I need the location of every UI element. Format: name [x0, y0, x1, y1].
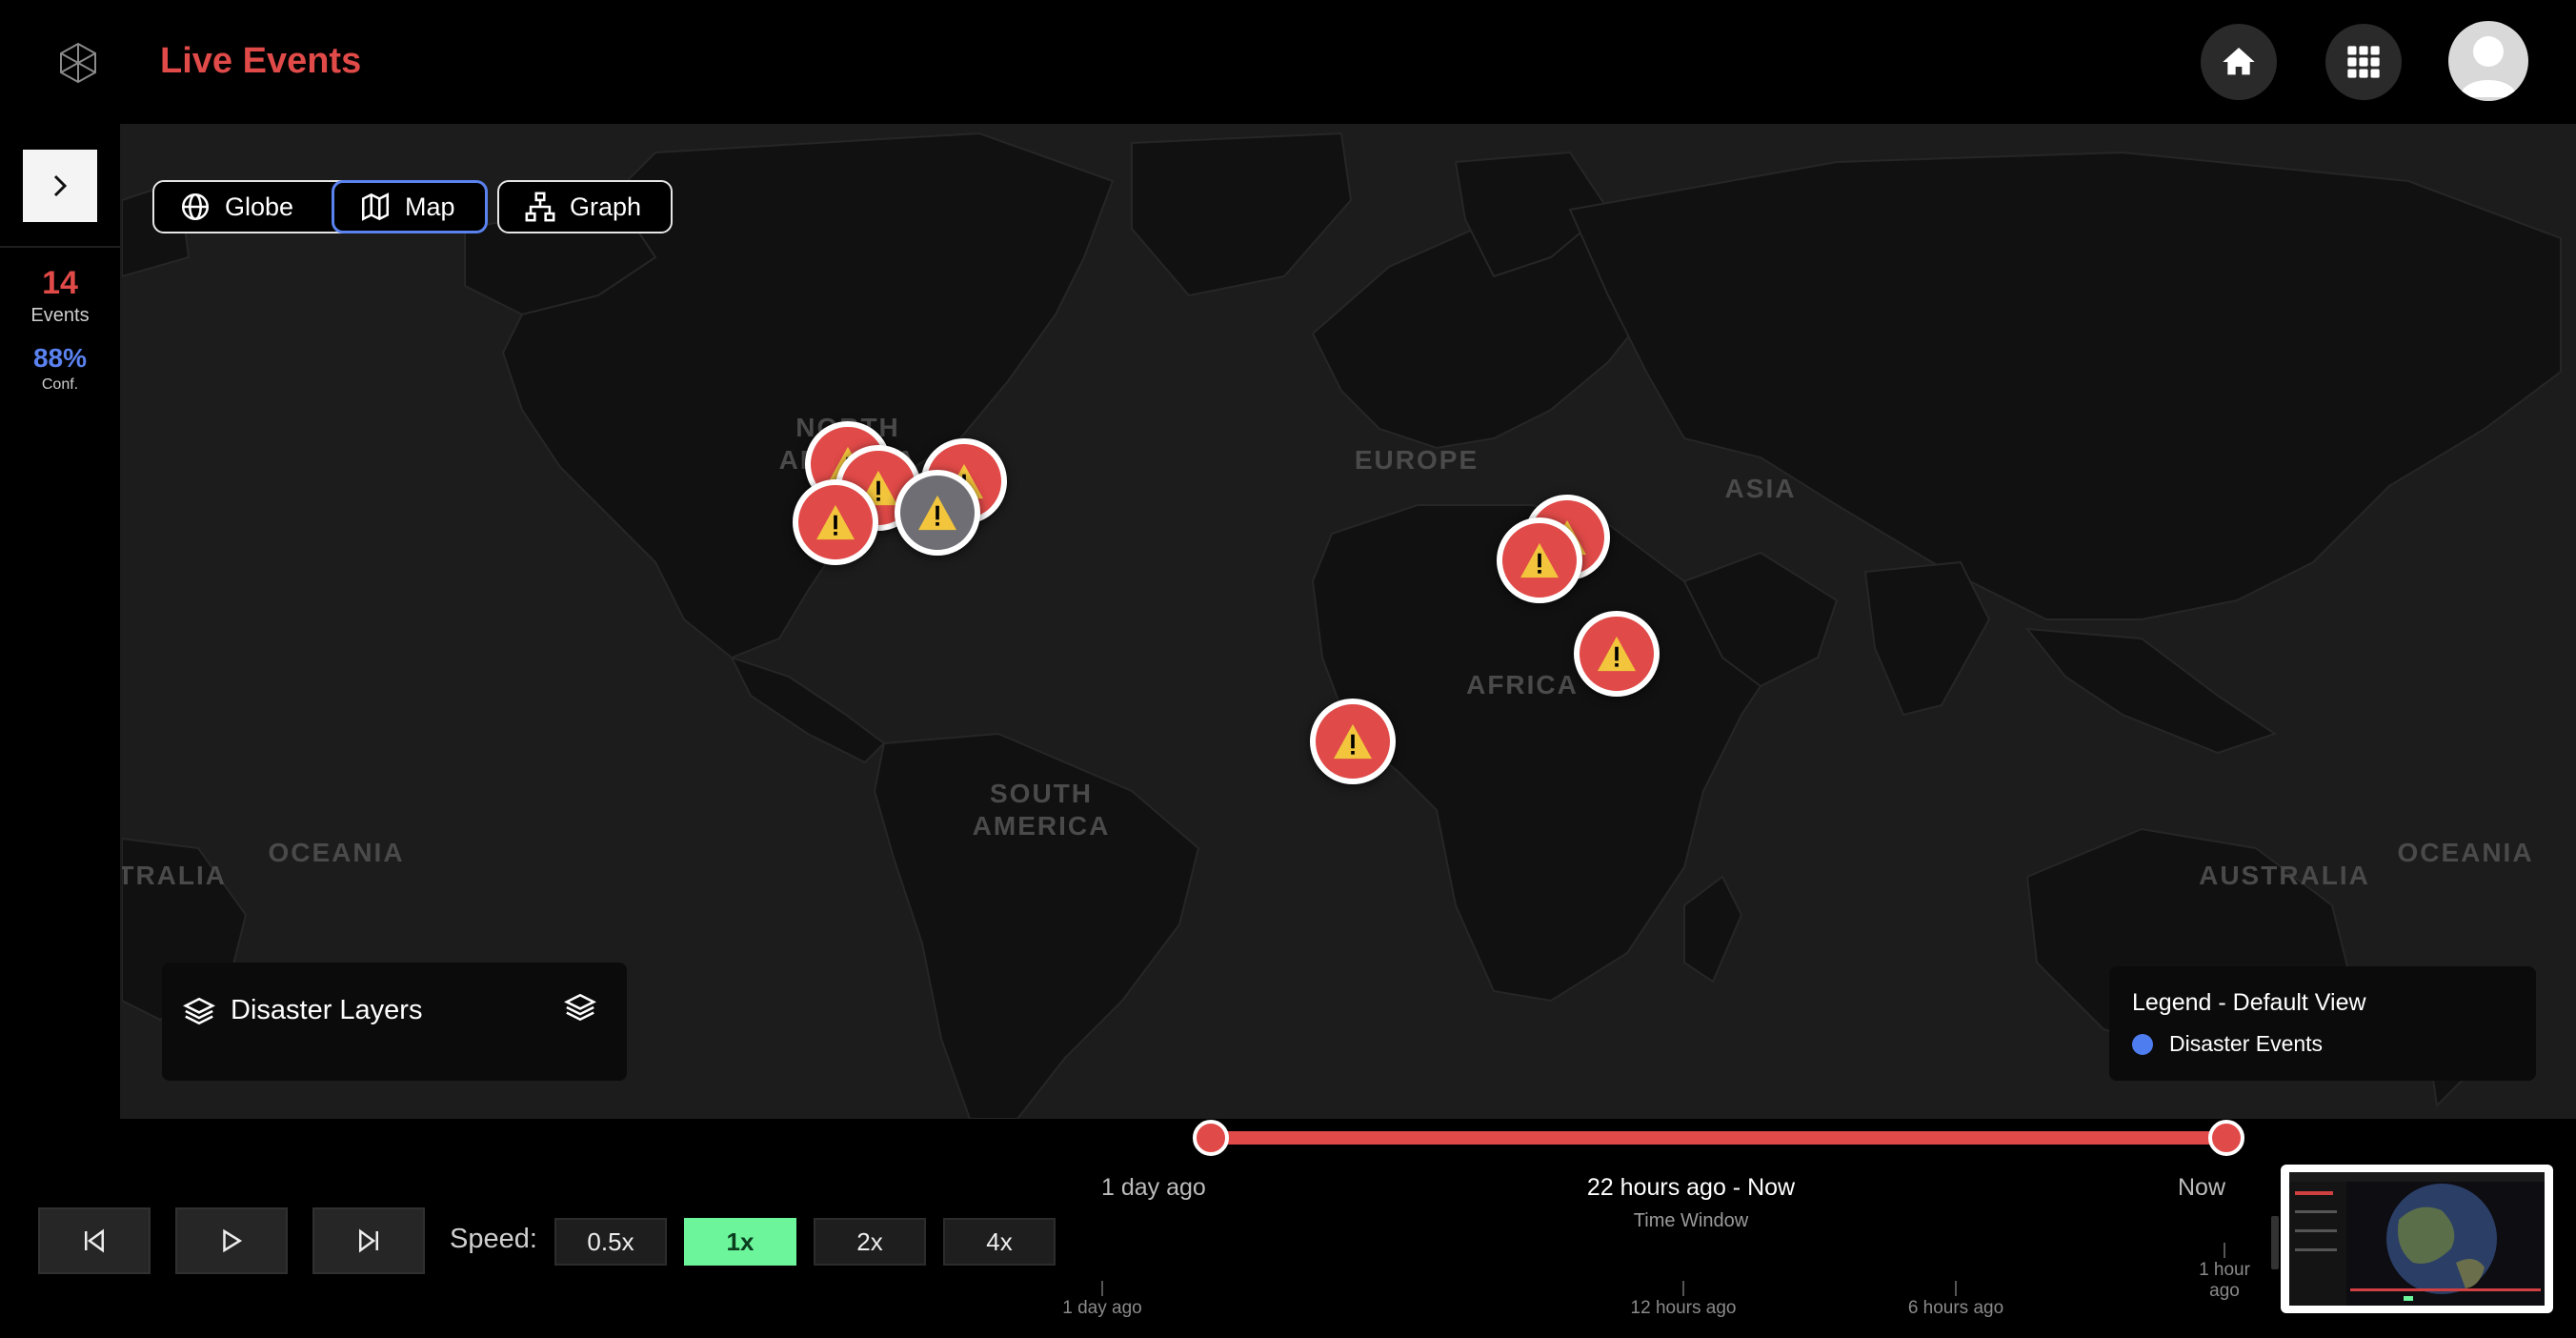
globe-icon: [181, 193, 210, 221]
timeline-tick: [1101, 1281, 1103, 1296]
event-marker[interactable]: [1574, 611, 1660, 697]
apps-button[interactable]: [2325, 24, 2402, 100]
speed-option-0-5x[interactable]: 0.5x: [554, 1218, 667, 1266]
madagascar-shape: [1683, 875, 1743, 983]
layers-toggle-icon: [563, 993, 597, 1022]
central-america-shape: [730, 656, 886, 764]
scroll-handle[interactable]: [2271, 1216, 2279, 1269]
tick-label-12-hours: 12 hours ago: [1630, 1298, 1737, 1318]
event-marker-selected[interactable]: [895, 470, 980, 556]
confidence-value: 88%: [32, 343, 88, 373]
skip-back-icon: [85, 1228, 104, 1253]
top-header: [0, 0, 2576, 126]
timeline-end-label: Now: [2178, 1174, 2226, 1201]
legend-dot: [2132, 1034, 2153, 1055]
app-logo-icon[interactable]: [50, 34, 107, 91]
india-shape: [1863, 560, 1991, 717]
user-icon: [2460, 36, 2517, 97]
sidebar-divider: [0, 246, 120, 248]
page-title: Live Events: [160, 41, 362, 81]
time-range-start-handle[interactable]: [1193, 1120, 1229, 1156]
region-label-australia-left: AUSTRALIA: [122, 861, 227, 890]
timeline-tick: [1955, 1281, 1957, 1296]
time-range-track[interactable]: [1210, 1131, 2225, 1145]
tab-globe-label: Globe: [225, 192, 294, 221]
preview-screen: [2289, 1172, 2545, 1306]
speed-label: Speed:: [450, 1224, 537, 1254]
events-count: 14: [42, 265, 78, 301]
warning-icon: [1598, 636, 1636, 672]
region-label-europe: EUROPE: [1354, 445, 1479, 475]
legend-item-label: Disaster Events: [2169, 1031, 2324, 1056]
grid-icon: [2347, 46, 2380, 78]
timeline-start-label: 1 day ago: [1101, 1174, 1206, 1201]
tab-graph-label: Graph: [570, 192, 642, 221]
event-marker[interactable]: [1310, 699, 1396, 784]
hierarchy-icon: [525, 192, 555, 222]
asia-shape: [1568, 151, 2562, 620]
speed-option-1x[interactable]: 1x: [684, 1218, 796, 1266]
region-label-asia: ASIA: [1724, 474, 1797, 503]
speed-option-2x[interactable]: 2x: [814, 1218, 926, 1266]
greenland-shape: [1131, 132, 1353, 297]
tab-map-label: Map: [405, 192, 455, 221]
tick-label-1-hour: 1 hour ago: [2199, 1260, 2250, 1301]
tab-map[interactable]: Map: [332, 180, 488, 233]
skip-forward-icon: [359, 1228, 378, 1253]
time-range-end-handle[interactable]: [2208, 1120, 2244, 1156]
event-marker[interactable]: [1497, 517, 1582, 603]
disaster-layers-title: Disaster Layers: [231, 995, 423, 1025]
skip-back-button[interactable]: [38, 1207, 151, 1274]
region-label-south-america: SOUTH AMERICA: [972, 779, 1111, 841]
preview-globe-icon: [2289, 1172, 2545, 1306]
time-window-range: 22 hours ago - Now: [1586, 1174, 1796, 1201]
home-button[interactable]: [2201, 24, 2277, 100]
warning-icon: [816, 504, 855, 540]
play-button[interactable]: [175, 1207, 288, 1274]
skip-forward-button[interactable]: [312, 1207, 425, 1274]
timeline-tick: [1682, 1281, 1684, 1296]
speed-option-4x[interactable]: 4x: [943, 1218, 1056, 1266]
legend-title: Legend - Default View: [2132, 989, 2366, 1016]
expand-sidebar-button[interactable]: [23, 150, 97, 222]
map-icon: [361, 193, 390, 221]
play-icon: [223, 1228, 243, 1253]
tab-graph[interactable]: Graph: [497, 180, 673, 233]
time-window-caption: Time Window: [1633, 1210, 1749, 1231]
chevron-right-icon: [53, 174, 68, 197]
timeline-tick: [2224, 1243, 2225, 1258]
events-label: Events: [30, 305, 90, 326]
warning-icon: [1334, 723, 1372, 760]
southeast-asia-shape: [2024, 627, 2278, 755]
event-marker[interactable]: [793, 479, 878, 565]
home-icon: [2223, 48, 2255, 75]
legend-panel: [2109, 966, 2536, 1081]
warning-icon: [1520, 542, 1559, 578]
layers-icon: [182, 995, 216, 1032]
user-avatar[interactable]: [2448, 21, 2528, 101]
warning-icon: [918, 495, 956, 531]
confidence-label: Conf.: [41, 376, 79, 393]
tick-label-1-day: 1 day ago: [1062, 1298, 1142, 1318]
toggle-layers-button[interactable]: [563, 991, 598, 1025]
region-label-oceania-right: OCEANIA: [2397, 838, 2534, 867]
tick-label-6-hours: 6 hours ago: [1907, 1298, 2004, 1318]
region-label-oceania-left: OCEANIA: [268, 838, 405, 867]
